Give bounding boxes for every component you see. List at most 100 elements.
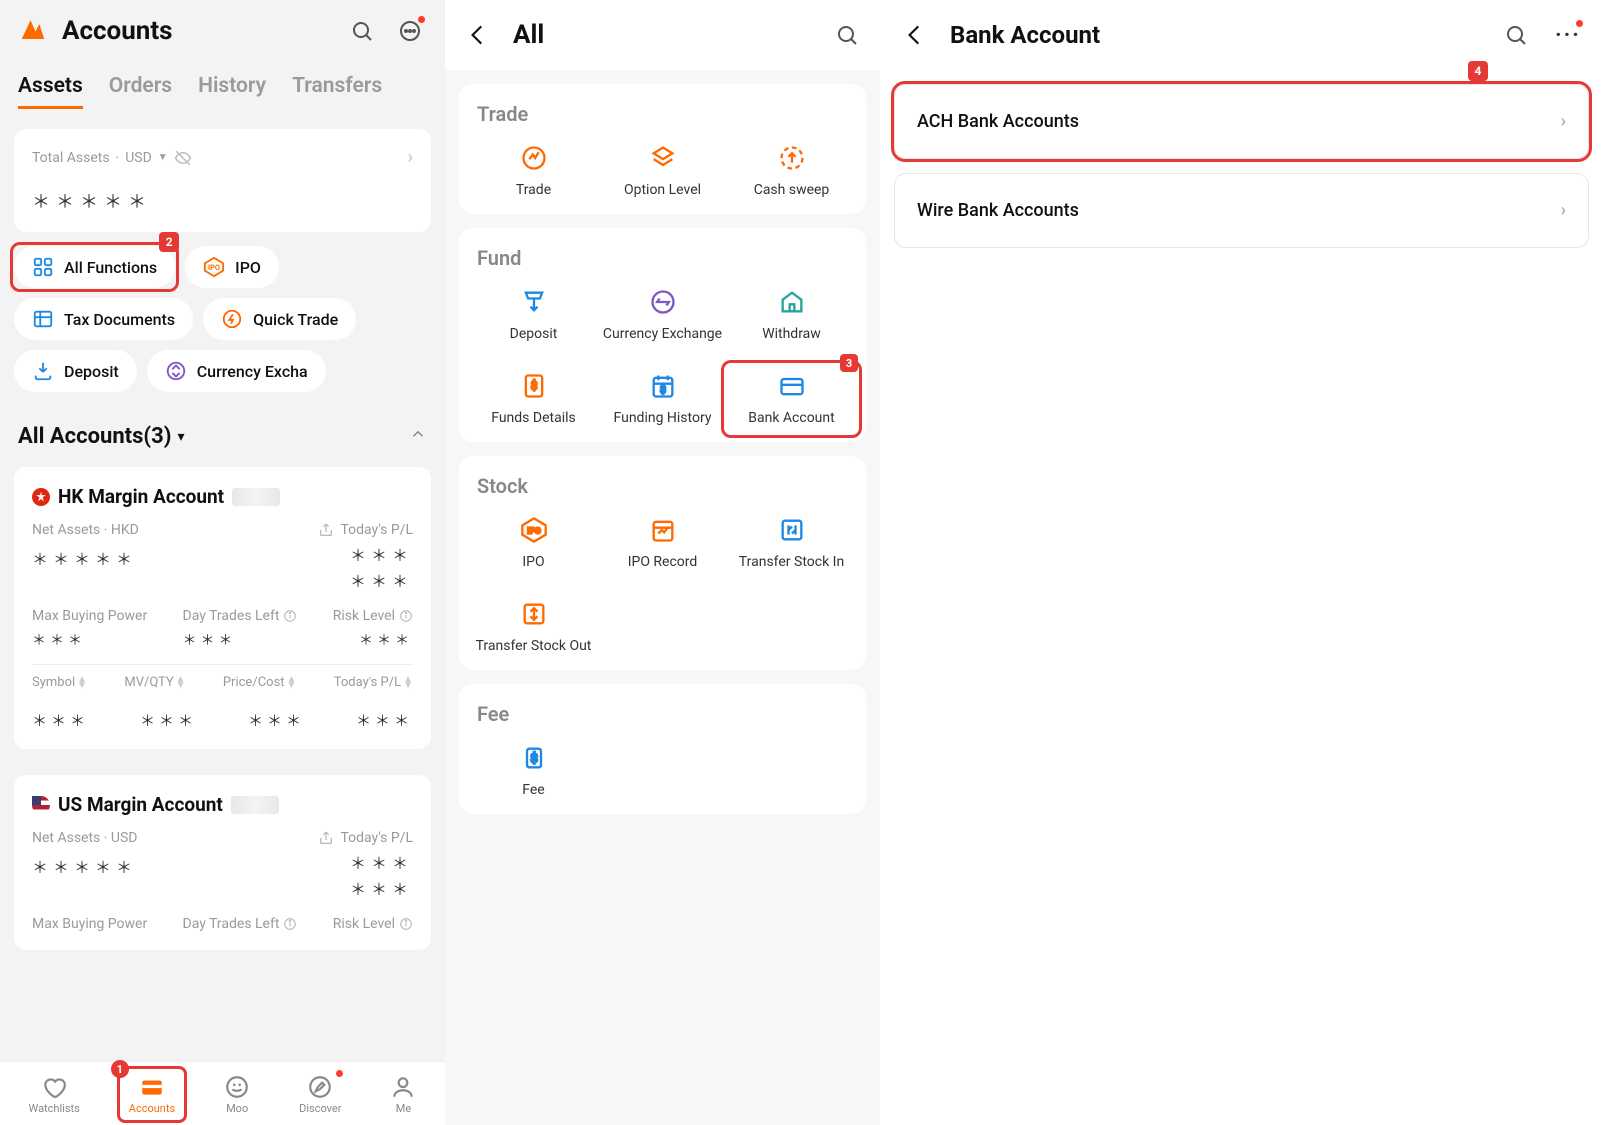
quick-action-chips: 2 All Functions IPO IPO Tax Documents Qu… (0, 246, 445, 400)
tab-orders[interactable]: Orders (109, 74, 172, 109)
visibility-toggle-icon[interactable] (174, 149, 192, 167)
transfer-stock-in-function[interactable]: Transfer Stock In (727, 510, 856, 576)
function-label: Withdraw (762, 326, 821, 342)
chevron-right-icon: › (1561, 200, 1566, 221)
search-icon[interactable] (830, 18, 864, 52)
chip-label: Currency Excha (197, 362, 308, 381)
withdraw-function[interactable]: Withdraw (727, 282, 856, 348)
share-icon[interactable] (318, 830, 334, 846)
currency-exchange-chip[interactable]: Currency Excha (147, 350, 326, 392)
tab-transfers[interactable]: Transfers (292, 74, 382, 109)
accounts-section-header[interactable]: All Accounts(3) ▾ (0, 400, 445, 459)
max-buying-power-label: Max Buying Power (32, 916, 147, 932)
option-level-function[interactable]: Option Level (598, 138, 727, 204)
info-icon[interactable] (283, 917, 297, 931)
function-label: Funds Details (491, 410, 575, 426)
function-section: Fee$Fee (459, 684, 866, 814)
function-label: Currency Exchange (603, 326, 722, 342)
nav-watchlists[interactable]: Watchlists (20, 1070, 87, 1119)
search-icon[interactable] (345, 14, 379, 48)
col-todayspl[interactable]: Today's P/L (334, 675, 401, 690)
info-icon[interactable] (399, 917, 413, 931)
section-title: Fee (469, 702, 856, 738)
page-title: All (513, 20, 544, 50)
svg-text:IPO: IPO (208, 263, 220, 272)
col-mvqty[interactable]: MV/QTY (124, 675, 173, 690)
net-assets-value: ＊＊＊＊＊ (32, 546, 137, 570)
transfer-stock-out-function[interactable]: Transfer Stock Out (469, 594, 598, 660)
col-symbol[interactable]: Symbol (32, 675, 75, 690)
back-icon[interactable] (898, 18, 932, 52)
trade-function[interactable]: Trade (469, 138, 598, 204)
accounts-screen: Accounts Assets Orders History Transfers… (0, 0, 445, 1125)
deposit-function[interactable]: Deposit (469, 282, 598, 348)
ipo-function[interactable]: IPOIPO (469, 510, 598, 576)
tab-assets[interactable]: Assets (18, 74, 83, 109)
ipo-icon: IPO (520, 516, 548, 544)
bankaccount-icon (778, 372, 806, 400)
chevron-right-icon: › (408, 147, 413, 168)
day-trades-left-label: Day Trades Left (183, 608, 280, 624)
account-card-hk[interactable]: HK Margin Account Net Assets · HKD Today… (14, 467, 431, 749)
fundsdetails-icon: $ (520, 372, 548, 400)
account-card-us[interactable]: US Margin Account Net Assets · USD Today… (14, 775, 431, 950)
share-icon[interactable] (318, 522, 334, 538)
all-functions-chip[interactable]: 2 All Functions (14, 246, 175, 288)
deposit-icon (520, 288, 548, 316)
wire-bank-accounts-row[interactable]: Wire Bank Accounts › (894, 173, 1589, 248)
bank-account-function[interactable]: 3Bank Account (727, 366, 856, 432)
bottom-nav: Watchlists 1 Accounts Moo Discover Me (0, 1061, 445, 1125)
nav-me[interactable]: Me (382, 1070, 424, 1119)
account-number-mask (232, 488, 280, 506)
search-icon[interactable] (1499, 18, 1533, 52)
ipo-record-function[interactable]: IPO Record (598, 510, 727, 576)
fee-function[interactable]: $Fee (469, 738, 598, 804)
tax-documents-chip[interactable]: Tax Documents (14, 298, 193, 340)
nav-moo[interactable]: Moo (216, 1070, 258, 1119)
back-icon[interactable] (461, 18, 495, 52)
notification-dot (336, 1070, 343, 1077)
tab-history[interactable]: History (198, 74, 266, 109)
chat-icon[interactable] (393, 14, 427, 48)
currency-exchange-function[interactable]: Currency Exchange (598, 282, 727, 348)
info-icon[interactable] (283, 609, 297, 623)
collapse-icon[interactable] (409, 425, 427, 448)
net-assets-label: Net Assets · USD (32, 830, 137, 846)
cash-sweep-function[interactable]: Cash sweep (727, 138, 856, 204)
day-trades-left-label: Day Trades Left (183, 916, 280, 932)
chip-label: Deposit (64, 362, 119, 381)
col-pricecost[interactable]: Price/Cost (223, 675, 285, 690)
funds-details-function[interactable]: $ Funds Details (469, 366, 598, 432)
account-number-mask (231, 796, 279, 814)
chip-label: All Functions (64, 258, 157, 277)
page-title: Accounts (62, 16, 173, 46)
currency-caret-icon[interactable]: ▼ (158, 152, 168, 163)
todays-pl-label: Today's P/L (340, 522, 413, 538)
step-badge-1: 1 (111, 1060, 129, 1078)
quick-trade-chip[interactable]: Quick Trade (203, 298, 356, 340)
risk-level-label: Risk Level (333, 608, 395, 624)
function-label: Trade (516, 182, 551, 198)
function-label: IPO Record (628, 554, 698, 570)
function-label: Funding History (614, 410, 712, 426)
nav-accounts[interactable]: 1 Accounts (121, 1070, 183, 1119)
function-label: Bank Account (748, 410, 834, 426)
chip-label: Quick Trade (253, 310, 338, 329)
function-label: Transfer Stock In (739, 554, 844, 570)
net-assets-label: Net Assets · HKD (32, 522, 139, 538)
nav-discover[interactable]: Discover (291, 1070, 349, 1119)
section-title: Fund (469, 246, 856, 282)
total-assets-card[interactable]: Total Assets · USD ▼ › ＊＊＊＊＊ (14, 129, 431, 232)
tabs: Assets Orders History Transfers (0, 58, 445, 119)
deposit-chip[interactable]: Deposit (14, 350, 137, 392)
max-buying-power-label: Max Buying Power (32, 608, 147, 624)
iporecord-icon (649, 516, 677, 544)
stockout-icon (520, 600, 548, 628)
function-section: StockIPOIPOIPO RecordTransfer Stock InTr… (459, 456, 866, 670)
more-icon[interactable]: ··· (1551, 18, 1585, 52)
ipo-chip[interactable]: IPO IPO (185, 246, 279, 288)
svg-text:$: $ (530, 752, 537, 767)
info-icon[interactable] (399, 609, 413, 623)
ach-bank-accounts-row[interactable]: 4 ACH Bank Accounts › (894, 84, 1589, 159)
funding-history-function[interactable]: $Funding History (598, 366, 727, 432)
